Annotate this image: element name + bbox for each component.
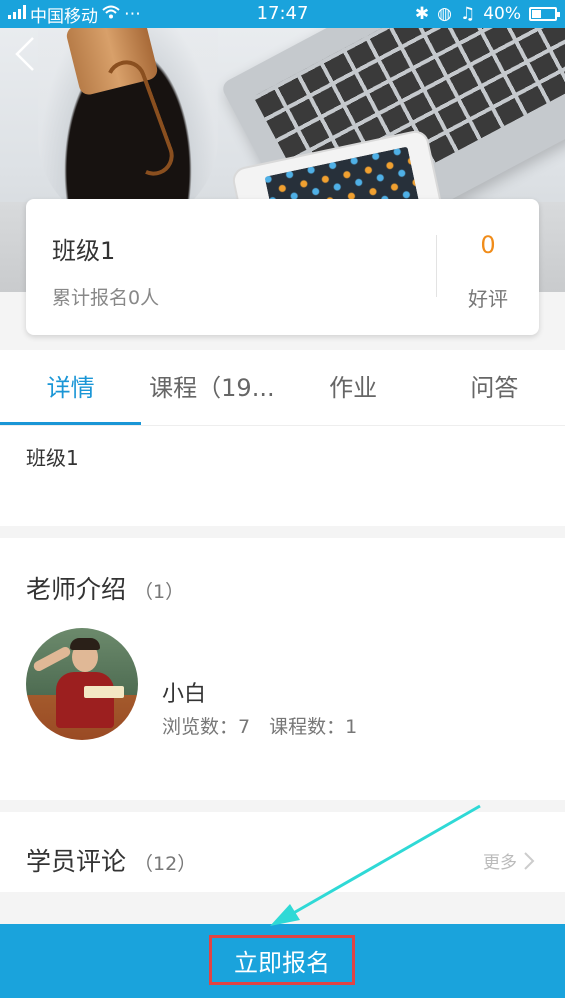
tab-qa[interactable]: 问答: [424, 350, 565, 425]
teacher-section: 老师介绍 （1） 小白 浏览数：7 课程数：1: [0, 538, 565, 800]
teacher-count: （1）: [134, 581, 185, 603]
tab-bar: 详情 课程（19... 作业 问答: [0, 350, 565, 426]
more-label: 更多: [483, 853, 517, 873]
enroll-now-button[interactable]: 立即报名: [209, 935, 355, 985]
detail-section: 班级1: [0, 426, 565, 526]
enrolled-count: 累计报名0人: [52, 287, 160, 309]
bottom-action-bar: 立即报名: [0, 924, 565, 998]
battery-icon: [529, 7, 560, 21]
teacher-avatar[interactable]: [26, 628, 138, 740]
reviews-title-text: 学员评论: [26, 847, 127, 876]
class-name: 班级1: [52, 237, 116, 265]
tab-details[interactable]: 详情: [0, 350, 142, 425]
reviews-count: （12）: [134, 853, 197, 875]
teacher-section-title: 老师介绍 （1）: [26, 570, 184, 606]
teacher-stats: 浏览数：7 课程数：1: [162, 716, 358, 738]
teacher-title-text: 老师介绍: [26, 575, 127, 604]
back-button[interactable]: [10, 36, 40, 72]
chevron-left-icon: [15, 37, 34, 71]
status-bar: 中国移动 ⋯ 17:47 ✱ ◍ ♫ 40%: [0, 0, 565, 28]
chevron-right-icon: [524, 851, 535, 870]
detail-text: 班级1: [26, 446, 79, 470]
tab-homework[interactable]: 作业: [283, 350, 424, 425]
reviews-section-title: 学员评论 （12）: [26, 842, 196, 878]
reviews-section: 学员评论 （12） 更多: [0, 812, 565, 892]
teacher-name[interactable]: 小白: [162, 676, 206, 708]
more-reviews-link[interactable]: 更多: [483, 848, 535, 873]
clock: 17:47: [256, 3, 309, 24]
rating-label: 好评: [468, 287, 508, 311]
tab-courses[interactable]: 课程（19...: [141, 350, 282, 425]
rating-value: 0: [480, 231, 496, 259]
class-info-card: 班级1 累计报名0人 0 好评: [26, 199, 539, 335]
